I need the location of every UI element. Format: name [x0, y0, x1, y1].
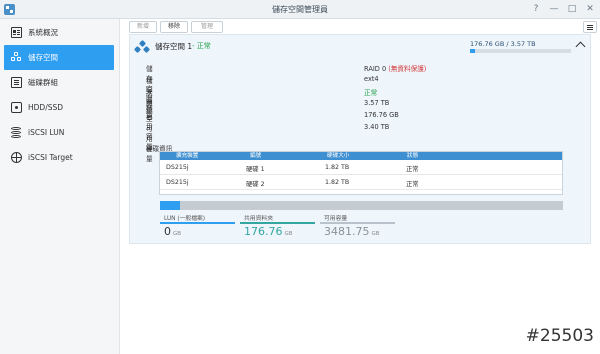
maximize-icon[interactable]: □ — [566, 3, 578, 15]
capacity-bar-fill — [160, 201, 181, 210]
capacity-bar — [160, 201, 563, 210]
hdd-icon — [11, 102, 22, 113]
legend-value: 3481.75 — [324, 225, 370, 238]
sidebar-item-iscsi-target[interactable]: iSCSI Target — [4, 145, 114, 170]
sidebar-item-label: iSCSI LUN — [28, 128, 65, 137]
manage-button[interactable]: 管理 — [191, 21, 223, 33]
pool-status: - 正常 — [192, 42, 211, 50]
toolbar: 新增 移除 管理 — [120, 19, 600, 35]
window-title: 儲存空間管理員 — [272, 5, 328, 14]
watermark: #25503 — [525, 326, 594, 346]
legend-shared-folder: 共用資料夾 176.76 GB — [240, 213, 315, 243]
minimize-icon[interactable]: — — [548, 3, 560, 15]
overview-icon — [11, 27, 22, 38]
help-icon[interactable]: ? — [530, 3, 542, 15]
create-button[interactable]: 新增 — [129, 21, 157, 33]
sidebar: 系統概況 儲存空間 磁碟群組 HDD/SSD iSCSI LUN iSCSI T… — [0, 19, 120, 354]
iscsi-lun-icon — [11, 127, 22, 138]
sidebar-item-storage-pool[interactable]: 儲存空間 — [4, 45, 114, 70]
sidebar-item-hdd-ssd[interactable]: HDD/SSD — [4, 95, 114, 120]
storage-pool-icon — [133, 39, 151, 55]
legend-value: 0 — [164, 225, 171, 238]
close-icon[interactable]: ✕ — [584, 3, 596, 15]
sidebar-item-overview[interactable]: 系統概況 — [4, 20, 114, 45]
usage-bar — [470, 49, 571, 53]
chevron-up-icon[interactable] — [575, 41, 586, 52]
legend-value: 176.76 — [244, 225, 283, 238]
sidebar-item-disk-group[interactable]: 磁碟群組 — [4, 70, 114, 95]
remove-button[interactable]: 移除 — [160, 21, 188, 33]
storage-pool-icon — [11, 52, 22, 63]
sidebar-item-label: iSCSI Target — [28, 153, 73, 162]
sidebar-item-label: HDD/SSD — [28, 103, 64, 112]
table-row[interactable]: DS215j 硬碟 1 1.82 TB 正常 — [160, 160, 562, 175]
list-view-button[interactable] — [583, 21, 597, 33]
legend-lun: LUN (一般檔案) 0 GB — [160, 213, 235, 243]
raid-note: (無資料保護) — [388, 65, 427, 73]
legend-available: 可用容量 3481.75 GB — [320, 213, 395, 243]
title-bar: 儲存空間管理員 ? — □ ✕ — [0, 0, 600, 19]
globe-icon — [11, 152, 22, 163]
sidebar-item-label: 磁碟群組 — [28, 78, 58, 87]
disk-table: 擴充裝置 編號 硬碟大小 狀態 DS215j 硬碟 1 1.82 TB 正常 D… — [159, 151, 563, 195]
usage-bar-fill — [470, 49, 476, 53]
sidebar-item-iscsi-lun[interactable]: iSCSI LUN — [4, 120, 114, 145]
raid-type-value: RAID 0 — [364, 65, 387, 73]
storage-pool-panel: 儲存空間 1 - 正常 176.76 GB / 3.57 TB 儲存空間類型 R… — [129, 34, 591, 244]
sidebar-item-label: 系統概況 — [28, 28, 58, 37]
table-row[interactable]: DS215j 硬碟 2 1.82 TB 正常 — [160, 175, 562, 190]
window-controls: ? — □ ✕ — [530, 3, 596, 15]
table-header: 擴充裝置 編號 硬碟大小 狀態 — [160, 152, 562, 160]
sidebar-item-label: 儲存空間 — [28, 53, 58, 62]
disk-group-icon — [11, 77, 22, 88]
usage-summary: 176.76 GB / 3.57 TB — [470, 40, 536, 48]
pool-name: 儲存空間 1 — [155, 42, 193, 51]
